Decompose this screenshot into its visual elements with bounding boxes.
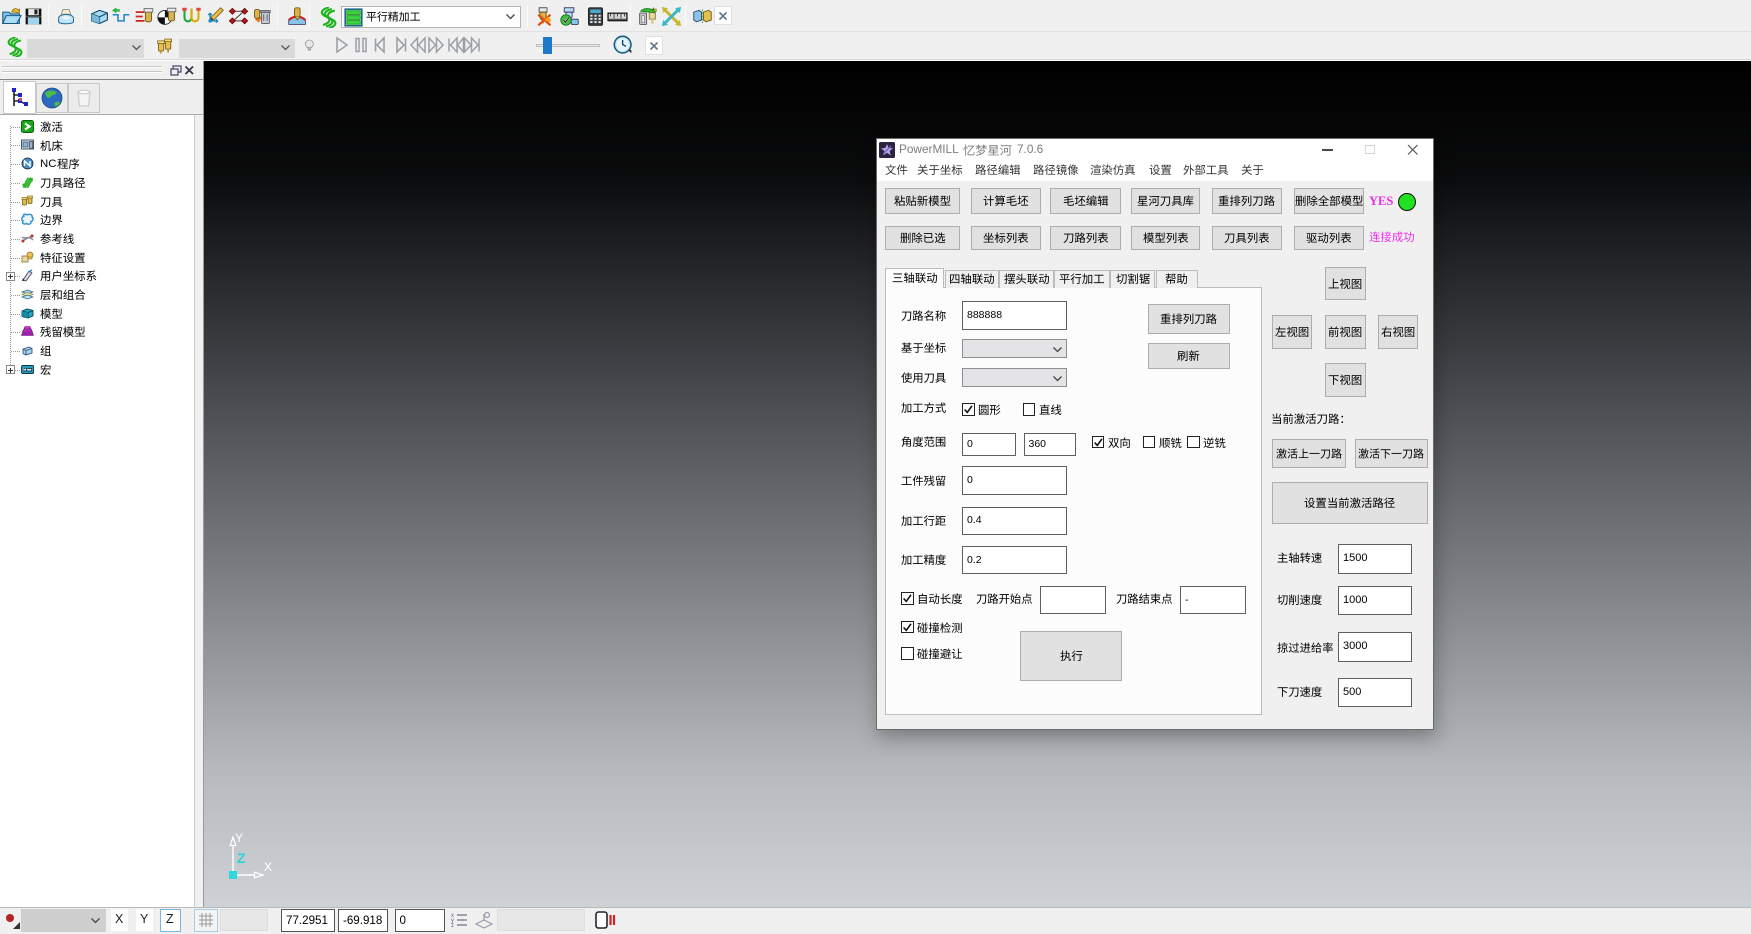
svg-text:X: X: [264, 860, 272, 874]
svg-text:z: z: [451, 923, 454, 929]
svg-text:Z: Z: [237, 850, 246, 866]
svg-text:Y: Y: [235, 831, 243, 845]
